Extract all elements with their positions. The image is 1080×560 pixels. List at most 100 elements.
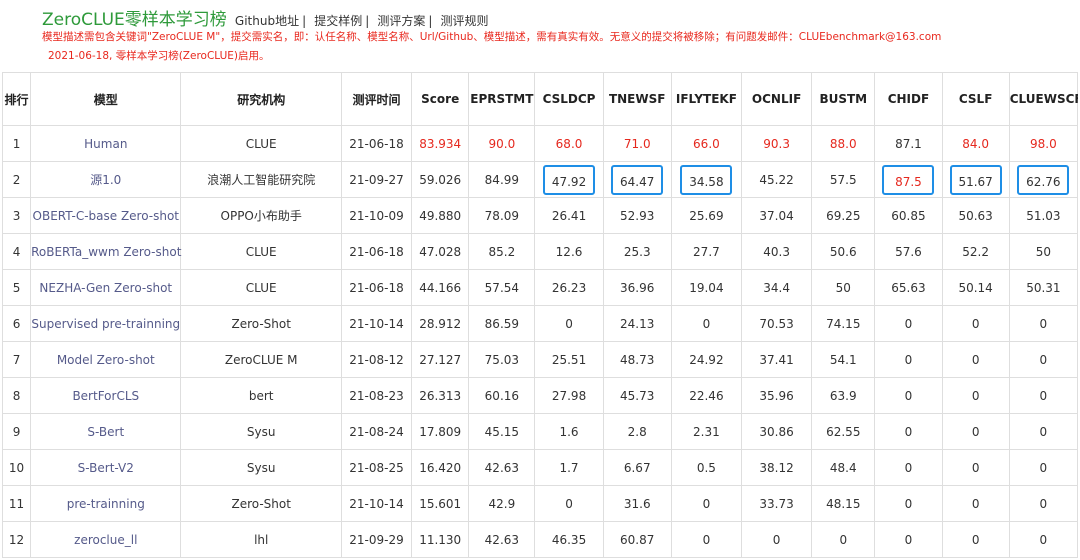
column-header: EPRSTMT: [468, 72, 536, 126]
nav-separator: |: [428, 14, 433, 28]
score-cell: 66.0: [670, 125, 743, 162]
score-cell: 50: [1008, 233, 1078, 270]
nav-link-evaluation-plan[interactable]: 测评方案: [377, 14, 425, 28]
highlighted-score: 47.92: [543, 164, 596, 195]
date-cell: 21-08-12: [340, 341, 413, 378]
score-cell: 98.0: [1008, 125, 1078, 162]
score-cell: 59.026: [411, 161, 470, 198]
score-cell: 75.03: [468, 341, 536, 378]
model-name-link[interactable]: NEZHA-Gen Zero-shot: [30, 269, 182, 306]
model-name-link[interactable]: Human: [30, 125, 182, 162]
score-cell: 26.23: [534, 269, 604, 306]
score-cell: 57.54: [468, 269, 536, 306]
column-header: CHIDF: [874, 72, 943, 126]
nav-link-github[interactable]: Github地址: [235, 14, 299, 28]
highlighted-score: 64.47: [611, 164, 664, 195]
score-cell: 2.31: [670, 413, 743, 450]
institution-cell: 浪潮人工智能研究院: [180, 161, 342, 198]
page-title: ZeroCLUE零样本学习榜: [42, 10, 227, 30]
score-cell: 24.13: [602, 305, 672, 342]
score-cell: 33.73: [740, 485, 813, 522]
score-cell: 0: [874, 521, 943, 558]
score-cell: 1.7: [534, 449, 604, 486]
score-cell: 0: [874, 377, 943, 414]
rank-cell: 10: [2, 449, 32, 486]
score-cell: 0: [1008, 305, 1078, 342]
score-cell: 19.04: [670, 269, 743, 306]
score-cell: 42.63: [468, 521, 536, 558]
score-cell: 0: [1008, 341, 1078, 378]
score-cell: 24.92: [670, 341, 743, 378]
date-cell: 21-10-09: [340, 197, 413, 234]
date-cell: 21-06-18: [340, 125, 413, 162]
institution-cell: Zero-Shot: [180, 485, 342, 522]
highlighted-score: 62.76: [1017, 164, 1070, 195]
institution-cell: Sysu: [180, 449, 342, 486]
score-cell: 0: [534, 485, 604, 522]
score-cell: 37.41: [740, 341, 813, 378]
rank-cell: 5: [2, 269, 32, 306]
model-name-link[interactable]: zeroclue_ll: [30, 521, 182, 558]
score-cell: 0: [941, 341, 1010, 378]
score-cell: 0.5: [670, 449, 743, 486]
model-name-link[interactable]: BertForCLS: [30, 377, 182, 414]
score-cell: 0: [1008, 413, 1078, 450]
model-name-link[interactable]: RoBERTa_wwm Zero-shot: [30, 233, 182, 270]
model-name-link[interactable]: S-Bert: [30, 413, 182, 450]
score-cell: 0: [534, 305, 604, 342]
score-cell: 47.028: [411, 233, 470, 270]
score-cell: 40.3: [740, 233, 813, 270]
rank-cell: 11: [2, 485, 32, 522]
score-cell: 25.3: [602, 233, 672, 270]
score-cell: 48.73: [602, 341, 672, 378]
highlighted-score: 34.58: [680, 164, 733, 195]
score-cell: 25.51: [534, 341, 604, 378]
score-cell: 60.87: [602, 521, 672, 558]
model-name-link[interactable]: 源1.0: [30, 161, 182, 198]
score-cell: 0: [1008, 449, 1078, 486]
institution-cell: ZeroCLUE M: [180, 341, 342, 378]
column-header: Score: [411, 72, 470, 126]
nav-link-submission-sample[interactable]: 提交样例: [314, 14, 362, 28]
score-cell: 62.55: [811, 413, 876, 450]
model-name-link[interactable]: OBERT-C-base Zero-shot: [30, 197, 182, 234]
score-cell: 16.420: [411, 449, 470, 486]
score-cell: 64.47: [602, 161, 672, 198]
score-cell: 35.96: [740, 377, 813, 414]
nav-link-evaluation-rules[interactable]: 测评规则: [441, 14, 489, 28]
score-cell: 0: [874, 341, 943, 378]
score-cell: 0: [941, 485, 1010, 522]
institution-cell: OPPO小布助手: [180, 197, 342, 234]
model-name-link[interactable]: Supervised pre-trainning: [30, 305, 182, 342]
rank-cell: 8: [2, 377, 32, 414]
score-cell: 50.31: [1008, 269, 1078, 306]
score-cell: 78.09: [468, 197, 536, 234]
score-cell: 85.2: [468, 233, 536, 270]
score-cell: 17.809: [411, 413, 470, 450]
table-row: 11 pre-trainning Zero-Shot 21-10-14 15.601 42…: [2, 485, 1078, 522]
model-name-link[interactable]: Model Zero-shot: [30, 341, 182, 378]
score-cell: 62.76: [1008, 161, 1078, 198]
score-cell: 71.0: [602, 125, 672, 162]
score-cell: 42.63: [468, 449, 536, 486]
score-cell: 27.127: [411, 341, 470, 378]
score-cell: 52.2: [941, 233, 1010, 270]
score-cell: 87.5: [874, 161, 943, 198]
model-name-link[interactable]: S-Bert-V2: [30, 449, 182, 486]
submission-notice: 模型描述需包含关键词"ZeroCLUE M"，提交需实名，即：认任名称、模型名称…: [42, 31, 942, 43]
column-header: TNEWSF: [602, 72, 672, 126]
score-cell: 36.96: [602, 269, 672, 306]
table-row: 9 S-Bert Sysu 21-08-24 17.809 45.15 1.6 2.8 2.31…: [2, 413, 1078, 450]
score-cell: 1.6: [534, 413, 604, 450]
institution-cell: Sysu: [180, 413, 342, 450]
institution-cell: bert: [180, 377, 342, 414]
model-name-link[interactable]: pre-trainning: [30, 485, 182, 522]
score-cell: 51.67: [941, 161, 1010, 198]
table-row: 12 zeroclue_ll lhl 21-09-29 11.130 42.63 46.35…: [2, 521, 1078, 558]
column-header: 模型: [30, 72, 182, 126]
table-row: 2 源1.0 浪潮人工智能研究院 21-09-27 59.026 84.99 47.92 64…: [2, 161, 1078, 198]
score-cell: 49.880: [411, 197, 470, 234]
nav-separator: |: [365, 14, 370, 28]
institution-cell: CLUE: [180, 125, 342, 162]
score-cell: 83.934: [411, 125, 470, 162]
